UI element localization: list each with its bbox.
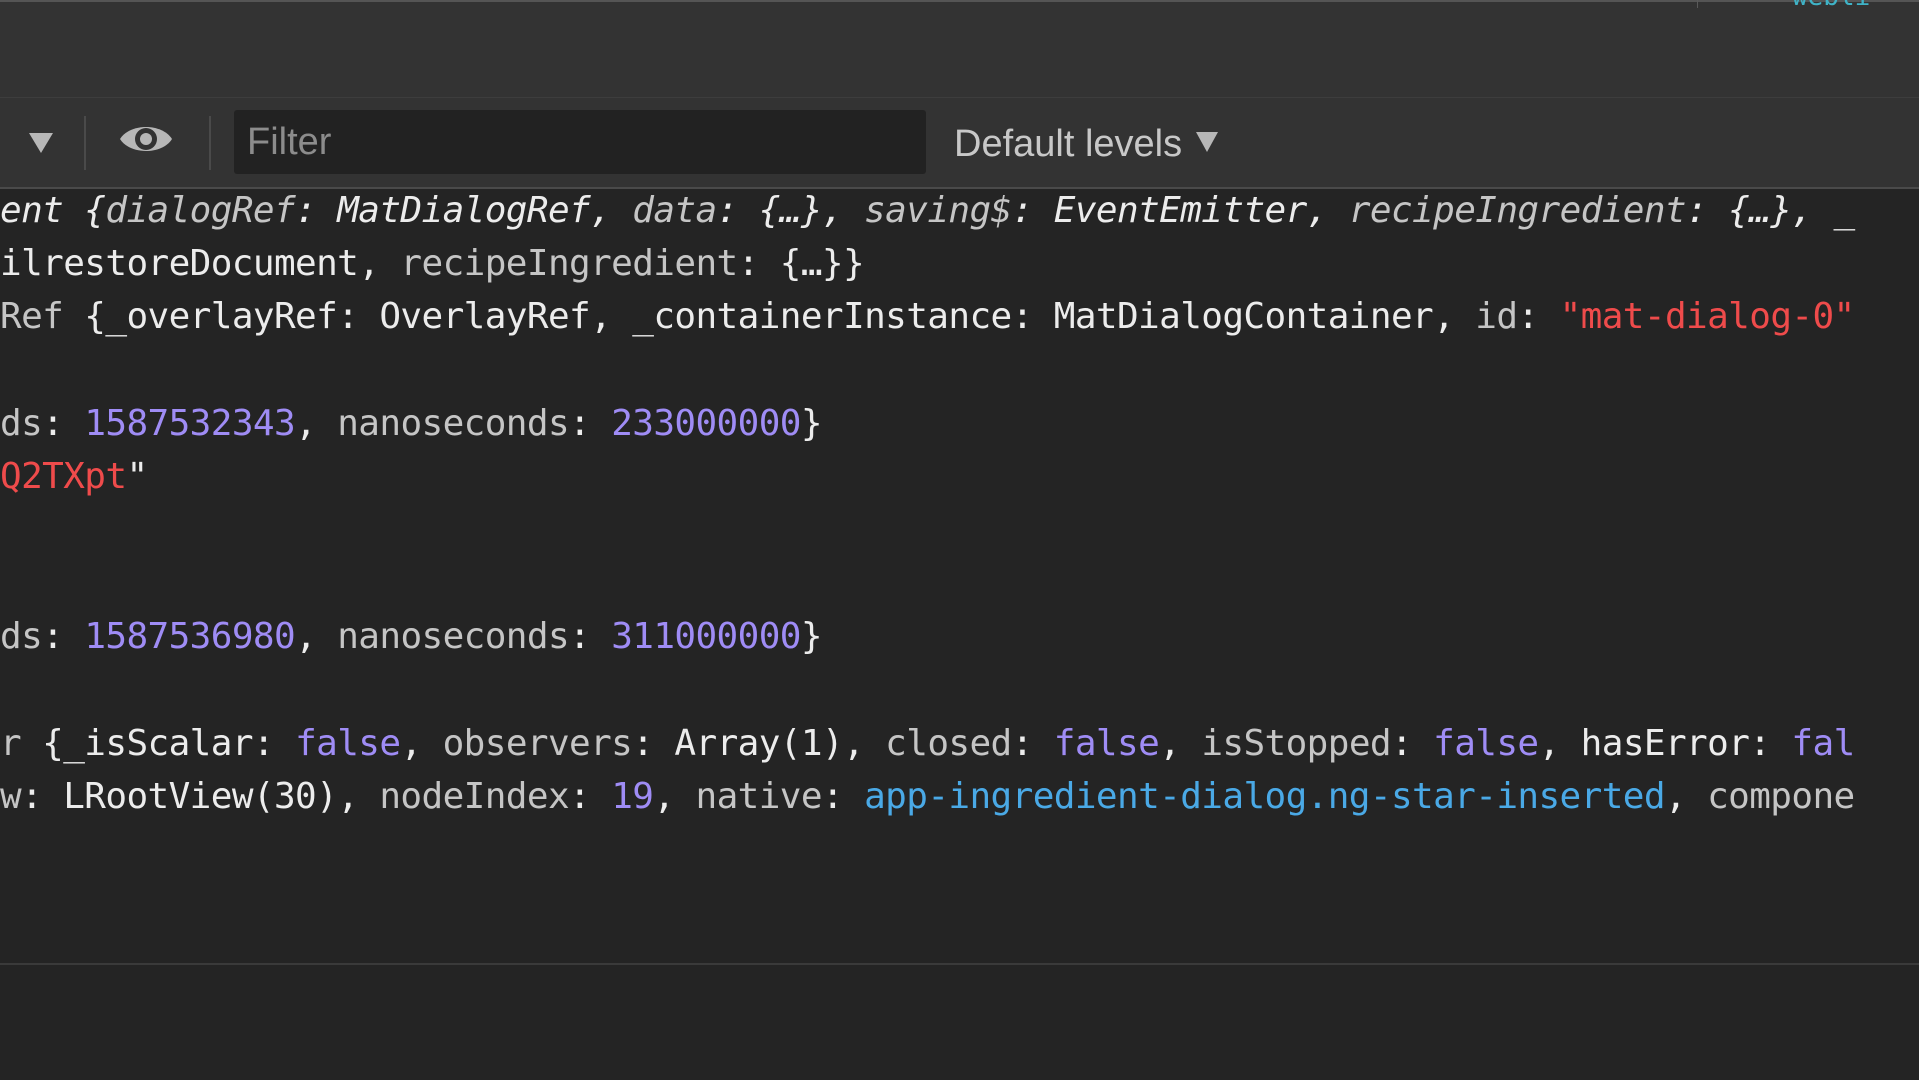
console-output[interactable]: ent {dialogRef: MatDialogRef, data: {…},…: [0, 189, 1919, 963]
chevron-down-icon: [1196, 132, 1219, 152]
console-line[interactable]: r {_isScalar: false, observers: Array(1)…: [0, 722, 1855, 766]
node-link[interactable]: app-ingredient-dialog.ng-star-inserted: [864, 776, 1665, 817]
default-levels-dropdown[interactable]: Default levels: [954, 118, 1219, 170]
triangle-down-icon[interactable]: [29, 133, 53, 153]
toolbar-divider: [84, 116, 86, 170]
console-line[interactable]: ds: 1587536980, nanoseconds: 311000000}: [0, 615, 823, 659]
top-corner-text: webli: [1792, 0, 1919, 8]
toolbar-divider: [209, 116, 211, 170]
top-panel: [0, 0, 1919, 98]
console-line[interactable]: ilrestoreDocument, recipeIngredient: {…}…: [0, 242, 865, 286]
eye-icon[interactable]: [118, 120, 174, 158]
console-line[interactable]: w: LRootView(30), nodeIndex: 19, native:…: [0, 775, 1855, 819]
top-panel-divider: [1697, 0, 1698, 8]
console-line[interactable]: ent {dialogRef: MatDialogRef, data: {…},…: [0, 189, 1855, 233]
console-line[interactable]: Ref {_overlayRef: OverlayRef, _container…: [0, 295, 1855, 339]
filter-input[interactable]: [234, 110, 926, 174]
console-line[interactable]: Q2TXpt": [0, 455, 148, 499]
default-levels-label: Default levels: [954, 122, 1183, 165]
console-line[interactable]: ds: 1587532343, nanoseconds: 233000000}: [0, 402, 823, 446]
console-prompt-area[interactable]: [0, 965, 1919, 1080]
